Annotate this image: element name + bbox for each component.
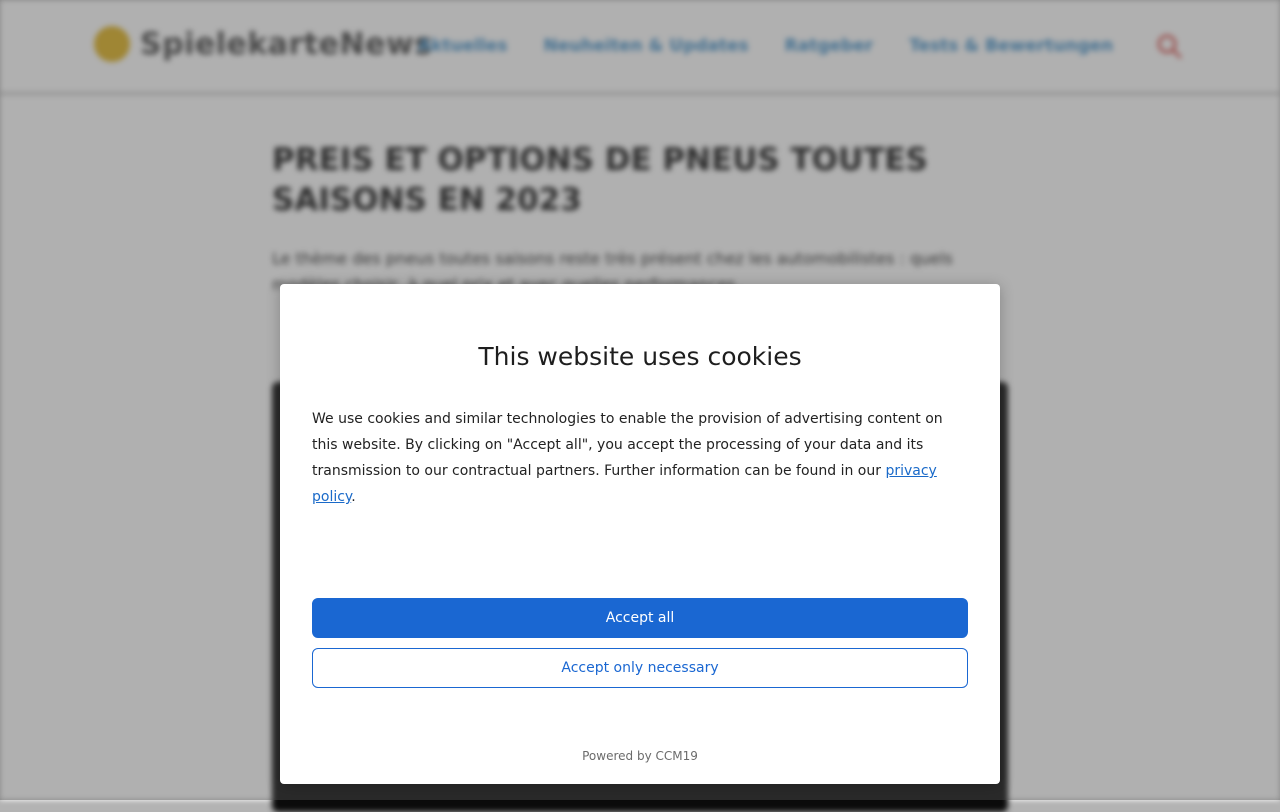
cookie-dialog-title: This website uses cookies bbox=[478, 342, 802, 371]
powered-by-label: Powered by CCM19 bbox=[582, 749, 698, 763]
cookie-text-prefix: We use cookies and similar technologies … bbox=[312, 411, 943, 479]
cookie-text-suffix: . bbox=[351, 489, 356, 505]
cookie-dialog-text: We use cookies and similar technologies … bbox=[312, 406, 968, 510]
accept-necessary-button[interactable]: Accept only necessary bbox=[312, 648, 968, 688]
cookie-dialog: This website uses cookies We use cookies… bbox=[280, 284, 1000, 784]
accept-all-button[interactable]: Accept all bbox=[312, 598, 968, 638]
